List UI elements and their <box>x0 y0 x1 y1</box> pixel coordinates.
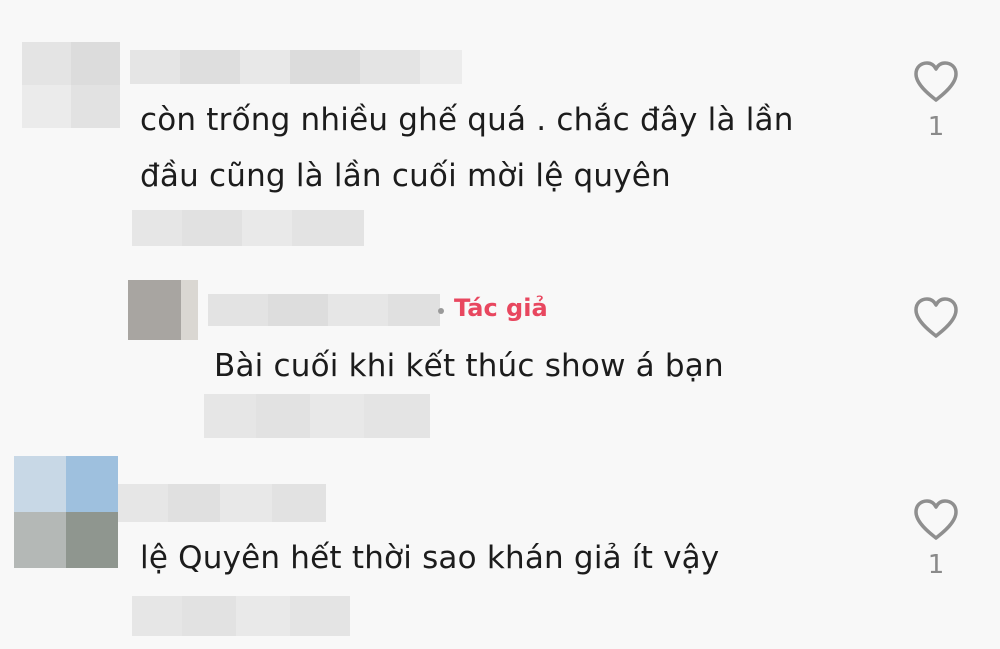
heart-outline-icon <box>914 297 958 338</box>
comment-meta-blurred <box>132 596 350 636</box>
comment-meta-blurred <box>132 210 364 246</box>
like-count: 1 <box>927 550 945 580</box>
avatar[interactable] <box>128 280 198 340</box>
avatar[interactable] <box>22 42 120 128</box>
username-blurred[interactable] <box>130 50 462 84</box>
comment-item: còn trống nhiều ghế quá . chắc đây là lầ… <box>0 0 1000 250</box>
comment-text: Bài cuối khi kết thúc show á bạn <box>214 348 724 384</box>
comment-text: còn trống nhiều ghế quá . chắc đây là lầ… <box>140 102 794 138</box>
username-blurred[interactable] <box>208 294 440 326</box>
like-count: 1 <box>927 112 945 142</box>
avatar[interactable] <box>14 456 118 568</box>
like-button[interactable] <box>906 296 966 348</box>
username-blurred[interactable] <box>118 484 326 522</box>
comment-item: lệ Quyên hết thời sao khán giả ít vậy 1 <box>0 450 1000 649</box>
like-button[interactable]: 1 <box>906 498 966 580</box>
author-tag: Tác giả <box>454 294 548 322</box>
comment-text: đầu cũng là lần cuối mời lệ quyên <box>140 158 671 194</box>
like-button[interactable]: 1 <box>906 60 966 142</box>
comment-text: lệ Quyên hết thời sao khán giả ít vậy <box>140 540 720 576</box>
heart-outline-icon <box>914 61 958 102</box>
reply-item: Tác giả Bài cuối khi kết thúc show á bạn <box>0 250 1000 450</box>
heart-outline-icon <box>914 499 958 540</box>
comment-meta-blurred <box>204 394 430 438</box>
separator-dot <box>438 308 444 314</box>
